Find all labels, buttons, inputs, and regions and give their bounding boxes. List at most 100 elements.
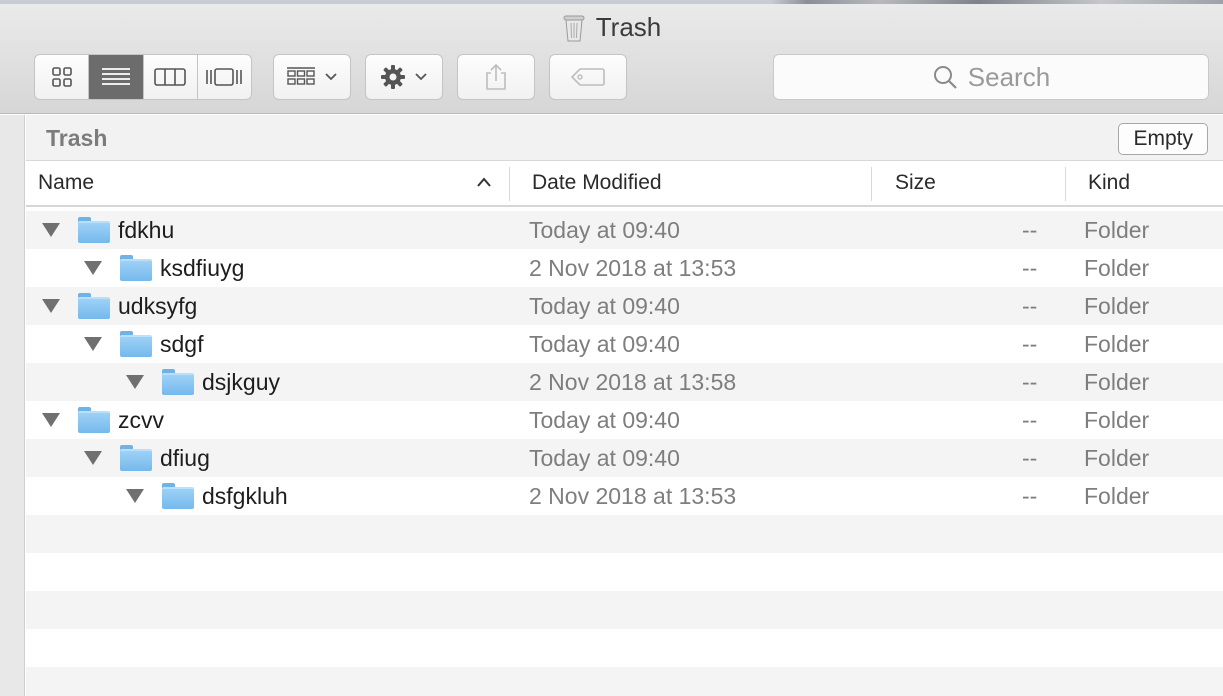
column-view-icon [154, 68, 186, 86]
empty-trash-button[interactable]: Empty [1118, 123, 1208, 155]
disclosure-triangle-icon[interactable] [84, 325, 102, 363]
tag-icon [570, 68, 605, 86]
file-kind: Folder [1084, 444, 1150, 471]
chevron-down-icon [415, 73, 427, 81]
column-headers: Name Date Modified Size Kind [26, 161, 1223, 207]
file-size: -- [1022, 292, 1038, 319]
folder-icon [78, 287, 110, 325]
window-title-bar: Trash [0, 12, 1223, 43]
file-size: -- [1022, 254, 1038, 281]
disclosure-triangle-icon[interactable] [126, 477, 144, 515]
file-size: -- [1022, 444, 1038, 471]
file-name: dsfgkluh [202, 482, 288, 509]
folder-icon [120, 439, 152, 477]
file-row[interactable]: ksdfiuyg 2 Nov 2018 at 13:53 -- Folder [26, 249, 1223, 287]
file-date: 2 Nov 2018 at 13:58 [529, 368, 737, 395]
cover-flow-icon [206, 68, 243, 86]
file-row[interactable]: dfiug Today at 09:40 -- Folder [26, 439, 1223, 477]
file-size: -- [1022, 482, 1038, 509]
arrange-menu-button[interactable] [273, 54, 351, 100]
disclosure-triangle-icon[interactable] [42, 287, 60, 325]
path-bar: Trash Empty [26, 115, 1223, 161]
disclosure-triangle-icon[interactable] [84, 249, 102, 287]
file-name: ksdfiuyg [160, 254, 245, 281]
disclosure-triangle-icon[interactable] [42, 211, 60, 249]
file-date: Today at 09:40 [529, 406, 680, 433]
file-name: dfiug [160, 444, 210, 471]
column-header-kind-label: Kind [1088, 171, 1131, 194]
window-title: Trash [595, 12, 662, 42]
file-row[interactable]: dsfgkluh 2 Nov 2018 at 13:53 -- Folder [26, 477, 1223, 515]
file-kind: Folder [1084, 216, 1150, 243]
folder-icon [78, 401, 110, 439]
file-row[interactable]: sdgf Today at 09:40 -- Folder [26, 325, 1223, 363]
file-row[interactable]: udksyfg Today at 09:40 -- Folder [26, 287, 1223, 325]
file-date: Today at 09:40 [529, 292, 680, 319]
path-title: Trash [46, 125, 108, 151]
file-date: 2 Nov 2018 at 13:53 [529, 482, 737, 509]
disclosure-triangle-icon[interactable] [126, 363, 144, 401]
icon-view-button[interactable] [35, 55, 90, 99]
file-size: -- [1022, 406, 1038, 433]
search-icon [933, 66, 957, 89]
file-kind: Folder [1084, 406, 1150, 433]
column-divider[interactable] [871, 167, 872, 201]
file-row[interactable]: fdkhu Today at 09:40 -- Folder [26, 211, 1223, 249]
sort-ascending-icon [476, 175, 492, 193]
column-header-name[interactable]: Name [38, 161, 498, 205]
arrange-grid-icon [287, 67, 315, 85]
file-kind: Folder [1084, 482, 1150, 509]
file-size: -- [1022, 216, 1038, 243]
file-date: Today at 09:40 [529, 444, 680, 471]
action-menu-button[interactable] [365, 54, 443, 100]
list-view-button[interactable] [89, 55, 144, 99]
column-view-button[interactable] [144, 55, 198, 99]
file-list: fdkhu Today at 09:40 -- Folder ksdfiuyg … [26, 211, 1223, 696]
column-header-size[interactable]: Size [895, 161, 936, 205]
tags-button[interactable] [549, 54, 627, 100]
empty-row [26, 667, 1223, 696]
file-kind: Folder [1084, 330, 1150, 357]
icon-view-icon [51, 67, 72, 87]
file-date: 2 Nov 2018 at 13:53 [529, 254, 737, 281]
empty-row [26, 629, 1223, 667]
file-row[interactable]: zcvv Today at 09:40 -- Folder [26, 401, 1223, 439]
file-name: fdkhu [118, 216, 175, 243]
folder-icon [78, 211, 110, 249]
column-header-date[interactable]: Date Modified [532, 161, 662, 205]
file-date: Today at 09:40 [529, 330, 680, 357]
list-view-icon [101, 68, 130, 85]
search-field[interactable]: Search [773, 54, 1209, 100]
file-kind: Folder [1084, 254, 1150, 281]
file-name: zcvv [118, 406, 164, 433]
file-kind: Folder [1084, 368, 1150, 395]
window-toolbar: Trash Search [0, 4, 1223, 114]
empty-row [26, 553, 1223, 591]
column-header-date-label: Date Modified [532, 171, 662, 194]
share-button[interactable] [457, 54, 535, 100]
file-name: sdgf [160, 330, 204, 357]
file-kind: Folder [1084, 292, 1150, 319]
folder-icon [162, 477, 194, 515]
search-placeholder: Search [967, 61, 1051, 92]
column-divider[interactable] [1065, 167, 1066, 201]
sidebar-edge [0, 115, 25, 696]
view-mode-segmented-control [34, 54, 252, 100]
empty-row [26, 591, 1223, 629]
chevron-down-icon [325, 73, 337, 81]
folder-icon [120, 325, 152, 363]
cover-flow-view-button[interactable] [198, 55, 251, 99]
disclosure-triangle-icon[interactable] [84, 439, 102, 477]
file-date: Today at 09:40 [529, 216, 680, 243]
disclosure-triangle-icon[interactable] [42, 401, 60, 439]
file-row[interactable]: dsjkguy 2 Nov 2018 at 13:58 -- Folder [26, 363, 1223, 401]
column-divider[interactable] [509, 167, 510, 201]
file-name: udksyfg [118, 292, 198, 319]
file-name: dsjkguy [202, 368, 280, 395]
folder-icon [120, 249, 152, 287]
gear-icon [381, 65, 405, 89]
empty-row [26, 515, 1223, 553]
column-header-kind[interactable]: Kind [1088, 161, 1130, 205]
column-header-name-label: Name [38, 171, 95, 194]
column-header-size-label: Size [895, 171, 936, 194]
